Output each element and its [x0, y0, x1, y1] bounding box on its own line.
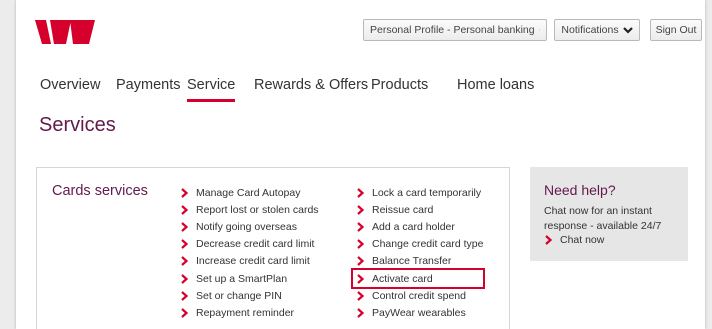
link-label: Control credit spend [372, 289, 466, 302]
link-manage-card-autopay[interactable]: Manage Card Autopay [180, 184, 319, 201]
link-reissue-card[interactable]: Reissue card [356, 201, 483, 218]
link-label: Increase credit card limit [196, 255, 310, 268]
chevron-right-icon [357, 222, 365, 232]
link-label: Set up a SmartPlan [196, 272, 288, 285]
link-lock-card[interactable]: Lock a card temporarily [356, 184, 483, 201]
link-label: Report lost or stolen cards [196, 203, 319, 216]
tab-overview[interactable]: Overview [40, 77, 100, 102]
chevron-right-icon [181, 222, 189, 232]
link-increase-limit[interactable]: Increase credit card limit [180, 253, 319, 270]
notifications-dropdown[interactable]: Notifications [554, 19, 640, 41]
tab-rewards-offers[interactable]: Rewards & Offers [254, 77, 368, 102]
link-label: Activate card [372, 272, 433, 285]
notifications-label: Notifications [561, 24, 619, 36]
chevron-right-icon [181, 239, 189, 249]
cards-services-panel: Cards services Manage Card Autopay Repor… [36, 167, 510, 329]
main-nav: Overview Payments Service Rewards & Offe… [40, 77, 705, 103]
help-panel: Need help? Chat now for an instant respo… [530, 167, 688, 261]
tab-home-loans[interactable]: Home loans [457, 77, 534, 102]
link-paywear-wearables[interactable]: PayWear wearables [356, 304, 483, 321]
link-change-card-type[interactable]: Change credit card type [356, 236, 483, 253]
chat-now-link[interactable]: Chat now [544, 234, 604, 246]
link-add-card-holder[interactable]: Add a card holder [356, 218, 483, 235]
link-report-lost-stolen[interactable]: Report lost or stolen cards [180, 201, 319, 218]
chevron-right-icon [357, 187, 365, 198]
link-label: Add a card holder [372, 220, 455, 233]
profile-dropdown-label: Personal Profile - Personal banking [370, 24, 535, 36]
link-label: Repayment reminder [196, 306, 295, 319]
chevron-right-icon [181, 308, 189, 318]
help-title: Need help? [544, 182, 616, 198]
link-label: Decrease credit card limit [196, 238, 315, 251]
help-text: Chat now for an instant response - avail… [544, 205, 662, 232]
profile-dropdown[interactable]: Personal Profile - Personal banking [363, 19, 547, 41]
chevron-right-icon [181, 187, 189, 198]
chevron-right-icon [181, 256, 189, 267]
chevron-right-icon [545, 235, 553, 245]
sign-out-button[interactable]: Sign Out [650, 19, 702, 41]
page-title: Services [39, 114, 116, 136]
link-decrease-limit[interactable]: Decrease credit card limit [180, 236, 319, 253]
page: Personal Profile - Personal banking Noti… [16, 0, 705, 329]
chevron-down-icon [622, 27, 633, 34]
tab-payments[interactable]: Payments [116, 77, 180, 102]
link-label: Manage Card Autopay [196, 186, 301, 199]
chevron-right-icon [357, 290, 365, 301]
chevron-down-icon [538, 29, 540, 31]
link-repayment-reminder[interactable]: Repayment reminder [180, 304, 319, 321]
chevron-right-icon [357, 256, 365, 267]
chevron-right-icon [357, 239, 365, 249]
chevron-right-icon [181, 290, 189, 301]
chevron-right-icon [181, 204, 189, 215]
chevron-right-icon [181, 273, 189, 284]
link-label: Balance Transfer [372, 255, 452, 268]
chevron-right-icon [357, 204, 365, 215]
link-activate-card[interactable]: Activate card [350, 267, 486, 290]
cards-services-column-2: Lock a card temporarily Reissue card Add… [350, 184, 486, 322]
link-control-credit-spend[interactable]: Control credit spend [356, 287, 483, 304]
cards-services-column-1: Manage Card Autopay Report lost or stole… [180, 184, 319, 322]
link-label: Change credit card type [372, 238, 484, 251]
cards-services-heading: Cards services [52, 183, 148, 199]
link-label: Reissue card [372, 203, 434, 216]
link-set-change-pin[interactable]: Set or change PIN [180, 287, 319, 304]
tab-products[interactable]: Products [371, 77, 428, 102]
link-notify-overseas[interactable]: Notify going overseas [180, 218, 319, 235]
westpac-logo[interactable] [35, 20, 95, 44]
link-label: Set or change PIN [196, 289, 282, 302]
link-label: Notify going overseas [196, 220, 297, 233]
tab-service[interactable]: Service [187, 77, 236, 102]
chevron-right-icon [357, 308, 365, 318]
link-balance-transfer[interactable]: Balance Transfer [356, 253, 483, 270]
link-label: PayWear wearables [372, 306, 466, 319]
link-label: Lock a card temporarily [372, 186, 482, 199]
chat-now-label: Chat now [560, 234, 605, 246]
link-smartplan[interactable]: Set up a SmartPlan [180, 270, 319, 287]
chevron-right-icon [357, 273, 365, 284]
sign-out-label: Sign Out [655, 24, 697, 36]
